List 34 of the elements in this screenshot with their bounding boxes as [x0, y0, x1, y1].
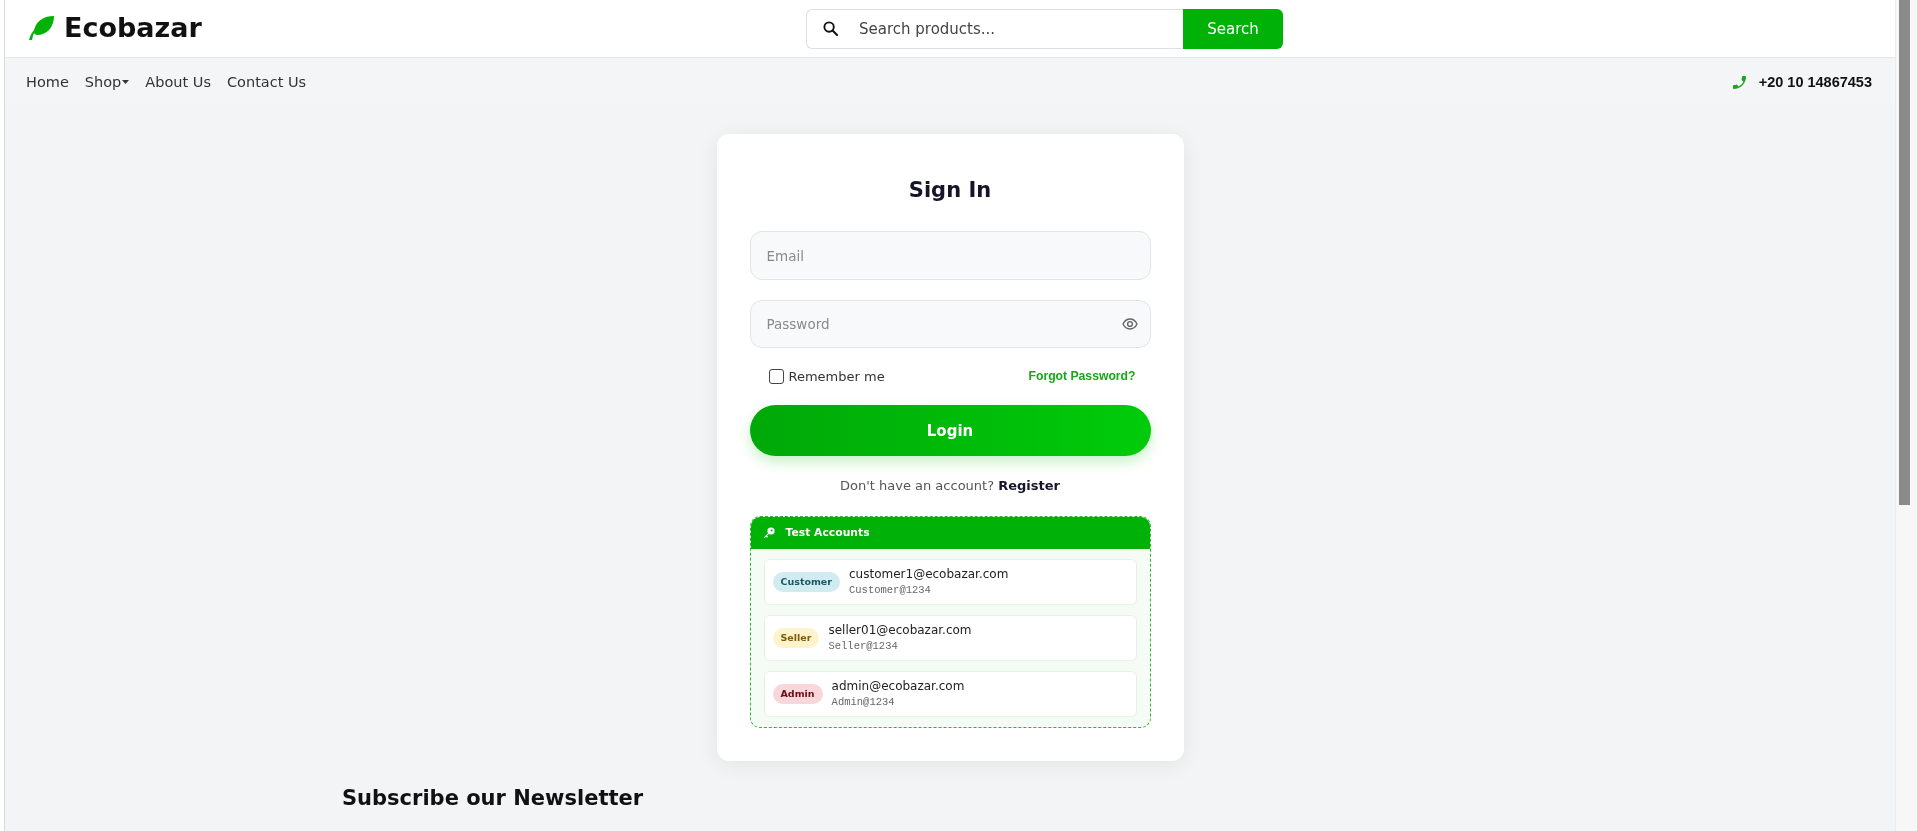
phone-number[interactable]: +20 10 14867453 — [1758, 74, 1872, 90]
nav-link[interactable]: Home — [26, 74, 69, 90]
phone-icon — [1732, 75, 1746, 89]
account-password: Seller@1234 — [828, 640, 899, 653]
sign-in-title: Sign In — [908, 177, 992, 204]
account-password: Customer@1234 — [849, 584, 932, 597]
account-email: admin@ecobazar.com — [831, 678, 965, 694]
account-row[interactable]: Customer customer1@ecobazar.com Customer@1234 — [763, 558, 1137, 605]
nav-link[interactable]: Shop — [84, 74, 130, 90]
role-badge: Seller — [772, 627, 820, 648]
role-badge: Customer — [772, 571, 840, 592]
account-row[interactable]: Admin admin@ecobazar.com Admin@1234 — [763, 670, 1137, 717]
account-row[interactable]: Seller seller01@ecobazar.com Seller@1234 — [763, 614, 1137, 661]
newsletter-title: Subscribe our Newsletter — [342, 784, 644, 811]
search-icon — [823, 20, 838, 36]
logo-text[interactable]: Ecobazar — [64, 12, 202, 45]
key-icon — [762, 526, 775, 539]
nav-link[interactable]: About Us — [145, 74, 211, 90]
search-field[interactable]: Search products... — [806, 8, 1183, 49]
account-email: seller01@ecobazar.com — [828, 622, 972, 638]
eye-icon[interactable] — [1121, 318, 1138, 330]
remember-checkbox[interactable] — [768, 368, 784, 384]
password-field[interactable]: Password — [749, 300, 1151, 348]
email-field[interactable]: Email — [749, 231, 1151, 280]
account-password: Admin@1234 — [831, 696, 896, 709]
nav-link[interactable]: Contact Us — [226, 74, 307, 90]
test-accounts-title: Test Accounts — [785, 526, 870, 540]
account-email: customer1@ecobazar.com — [849, 566, 1009, 582]
scrollbar-thumb[interactable] — [1899, 0, 1910, 505]
register-link[interactable]: Register — [998, 478, 1060, 493]
role-badge: Admin — [772, 683, 823, 704]
remember-label[interactable]: Remember me — [788, 368, 885, 384]
scrollbar-track[interactable] — [1895, 0, 1917, 831]
register-prompt: Don't have an account? Register — [840, 477, 1060, 495]
